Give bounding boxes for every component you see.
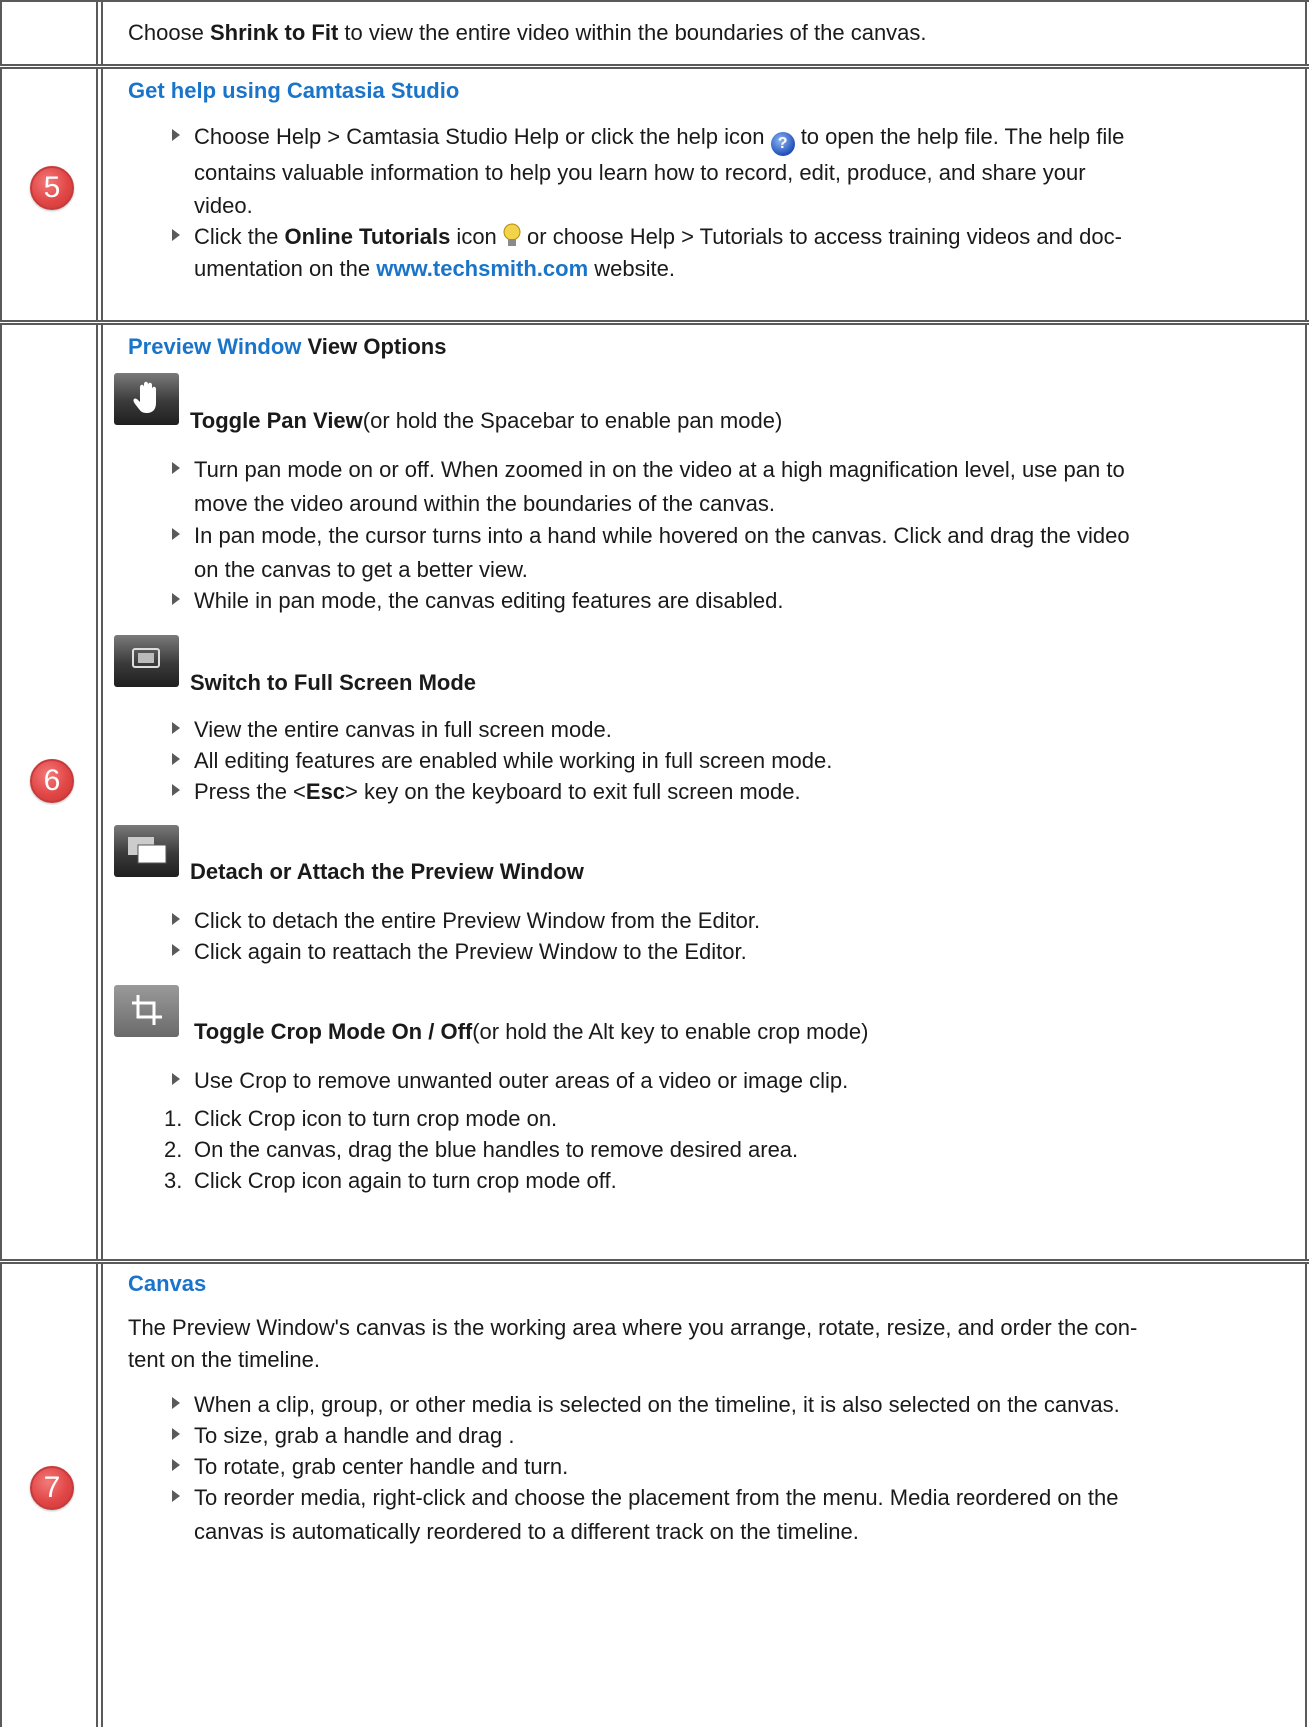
bullet-icon bbox=[172, 229, 180, 241]
row-preview-window-view-options: Preview Window View Options Toggle Pan V… bbox=[112, 325, 1302, 1259]
canvas-paragraph-line-1: The Preview Window's canvas is the worki… bbox=[128, 1315, 1138, 1340]
crop-step-2: On the canvas, drag the blue handles to … bbox=[194, 1137, 799, 1162]
crop-heading: Toggle Crop Mode On / Off(or hold the Al… bbox=[194, 1019, 869, 1044]
bullet-icon bbox=[172, 913, 180, 925]
bullet-icon bbox=[172, 1428, 180, 1440]
bullet-icon bbox=[172, 722, 180, 734]
canvas-bullet-4-line-2: canvas is automatically reordered to a d… bbox=[194, 1519, 859, 1544]
lightbulb-icon bbox=[503, 223, 521, 249]
tutorials-bullet-line-2: umentation on the www.techsmith.com webs… bbox=[194, 256, 675, 281]
step-badge-7: 7 bbox=[30, 1466, 74, 1510]
crop-step-3-number: 3. bbox=[164, 1168, 183, 1193]
section-title-canvas: Canvas bbox=[128, 1271, 207, 1296]
help-bullet-line-1: Choose Help > Camtasia Studio Help or cl… bbox=[194, 120, 1124, 156]
pan-bullet-1-line-1: Turn pan mode on or off. When zoomed in … bbox=[194, 457, 1125, 482]
pan-bullet-2-line-2: on the canvas to get a better view. bbox=[194, 557, 528, 582]
crop-step-3: Click Crop icon again to turn crop mode … bbox=[194, 1168, 617, 1193]
canvas-paragraph-line-2: tent on the timeline. bbox=[128, 1347, 321, 1372]
bullet-icon bbox=[172, 129, 180, 141]
crop-step-1-number: 1. bbox=[164, 1106, 183, 1131]
pan-bullet-2-line-1: In pan mode, the cursor turns into a han… bbox=[194, 523, 1130, 548]
canvas-bullet-2: To size, grab a handle and drag . bbox=[194, 1423, 515, 1448]
bullet-icon bbox=[172, 462, 180, 474]
full-screen-bullet-2: All editing features are enabled while w… bbox=[194, 748, 833, 773]
pan-bullet-3: While in pan mode, the canvas editing fe… bbox=[194, 588, 784, 613]
pan-bullet-1-line-2: move the video around within the boundar… bbox=[194, 491, 775, 516]
row-shrink-to-fit: Choose Shrink to Fit to view the entire … bbox=[112, 0, 1302, 64]
bullet-icon bbox=[172, 944, 180, 956]
table-column-divider-b bbox=[101, 0, 103, 1727]
bullet-icon bbox=[172, 593, 180, 605]
full-screen-bullet-1: View the entire canvas in full screen mo… bbox=[194, 717, 612, 742]
help-bullet-line-2: contains valuable information to help yo… bbox=[194, 160, 1086, 185]
canvas-bullet-4-line-1: To reorder media, right-click and choose… bbox=[194, 1485, 1119, 1510]
pan-heading: Toggle Pan View(or hold the Spacebar to … bbox=[190, 408, 783, 433]
help-document-table: Choose Shrink to Fit to view the entire … bbox=[0, 0, 1309, 1727]
table-border-right bbox=[1305, 0, 1307, 1727]
section-title-get-help: Get help using Camtasia Studio bbox=[128, 78, 460, 103]
detach-bullet-2: Click again to reattach the Preview Wind… bbox=[194, 939, 747, 964]
crop-step-2-number: 2. bbox=[164, 1137, 183, 1162]
bullet-icon bbox=[172, 1397, 180, 1409]
help-icon: ? bbox=[770, 132, 795, 156]
bullet-icon bbox=[172, 1073, 180, 1085]
bullet-icon bbox=[172, 528, 180, 540]
section-title-preview-window: Preview Window View Options bbox=[128, 334, 447, 359]
crop-icon[interactable] bbox=[114, 985, 179, 1037]
help-bullet-line-3: video. bbox=[194, 193, 253, 218]
full-screen-heading: Switch to Full Screen Mode bbox=[190, 670, 477, 695]
step-badge-6: 6 bbox=[30, 759, 74, 803]
table-column-divider-a bbox=[96, 0, 98, 1727]
full-screen-icon[interactable] bbox=[114, 635, 179, 687]
tutorials-bullet-line-1: Click the Online Tutorials icon or choos… bbox=[194, 223, 1122, 249]
techsmith-link[interactable]: www.techsmith.com bbox=[376, 256, 588, 281]
detach-heading: Detach or Attach the Preview Window bbox=[190, 859, 584, 884]
bullet-icon bbox=[172, 784, 180, 796]
step-badge-5: 5 bbox=[30, 166, 74, 210]
bullet-icon bbox=[172, 753, 180, 765]
canvas-bullet-1: When a clip, group, or other media is se… bbox=[194, 1392, 1120, 1417]
shrink-to-fit-text: Choose Shrink to Fit to view the entire … bbox=[128, 20, 927, 45]
canvas-bullet-3: To rotate, grab center handle and turn. bbox=[194, 1454, 569, 1479]
bullet-icon bbox=[172, 1490, 180, 1502]
detach-window-icon[interactable] bbox=[114, 825, 179, 877]
full-screen-bullet-3: Press the <Esc> key on the keyboard to e… bbox=[194, 779, 801, 804]
detach-bullet-1: Click to detach the entire Preview Windo… bbox=[194, 908, 761, 933]
row-get-help: Get help using Camtasia Studio Choose He… bbox=[112, 69, 1302, 320]
crop-bullet-1: Use Crop to remove unwanted outer areas … bbox=[194, 1068, 849, 1093]
table-border-left bbox=[0, 0, 2, 1727]
bullet-icon bbox=[172, 1459, 180, 1471]
row-canvas: Canvas The Preview Window's canvas is th… bbox=[112, 1264, 1302, 1727]
pan-hand-icon[interactable] bbox=[114, 373, 179, 425]
crop-step-1: Click Crop icon to turn crop mode on. bbox=[194, 1106, 558, 1131]
